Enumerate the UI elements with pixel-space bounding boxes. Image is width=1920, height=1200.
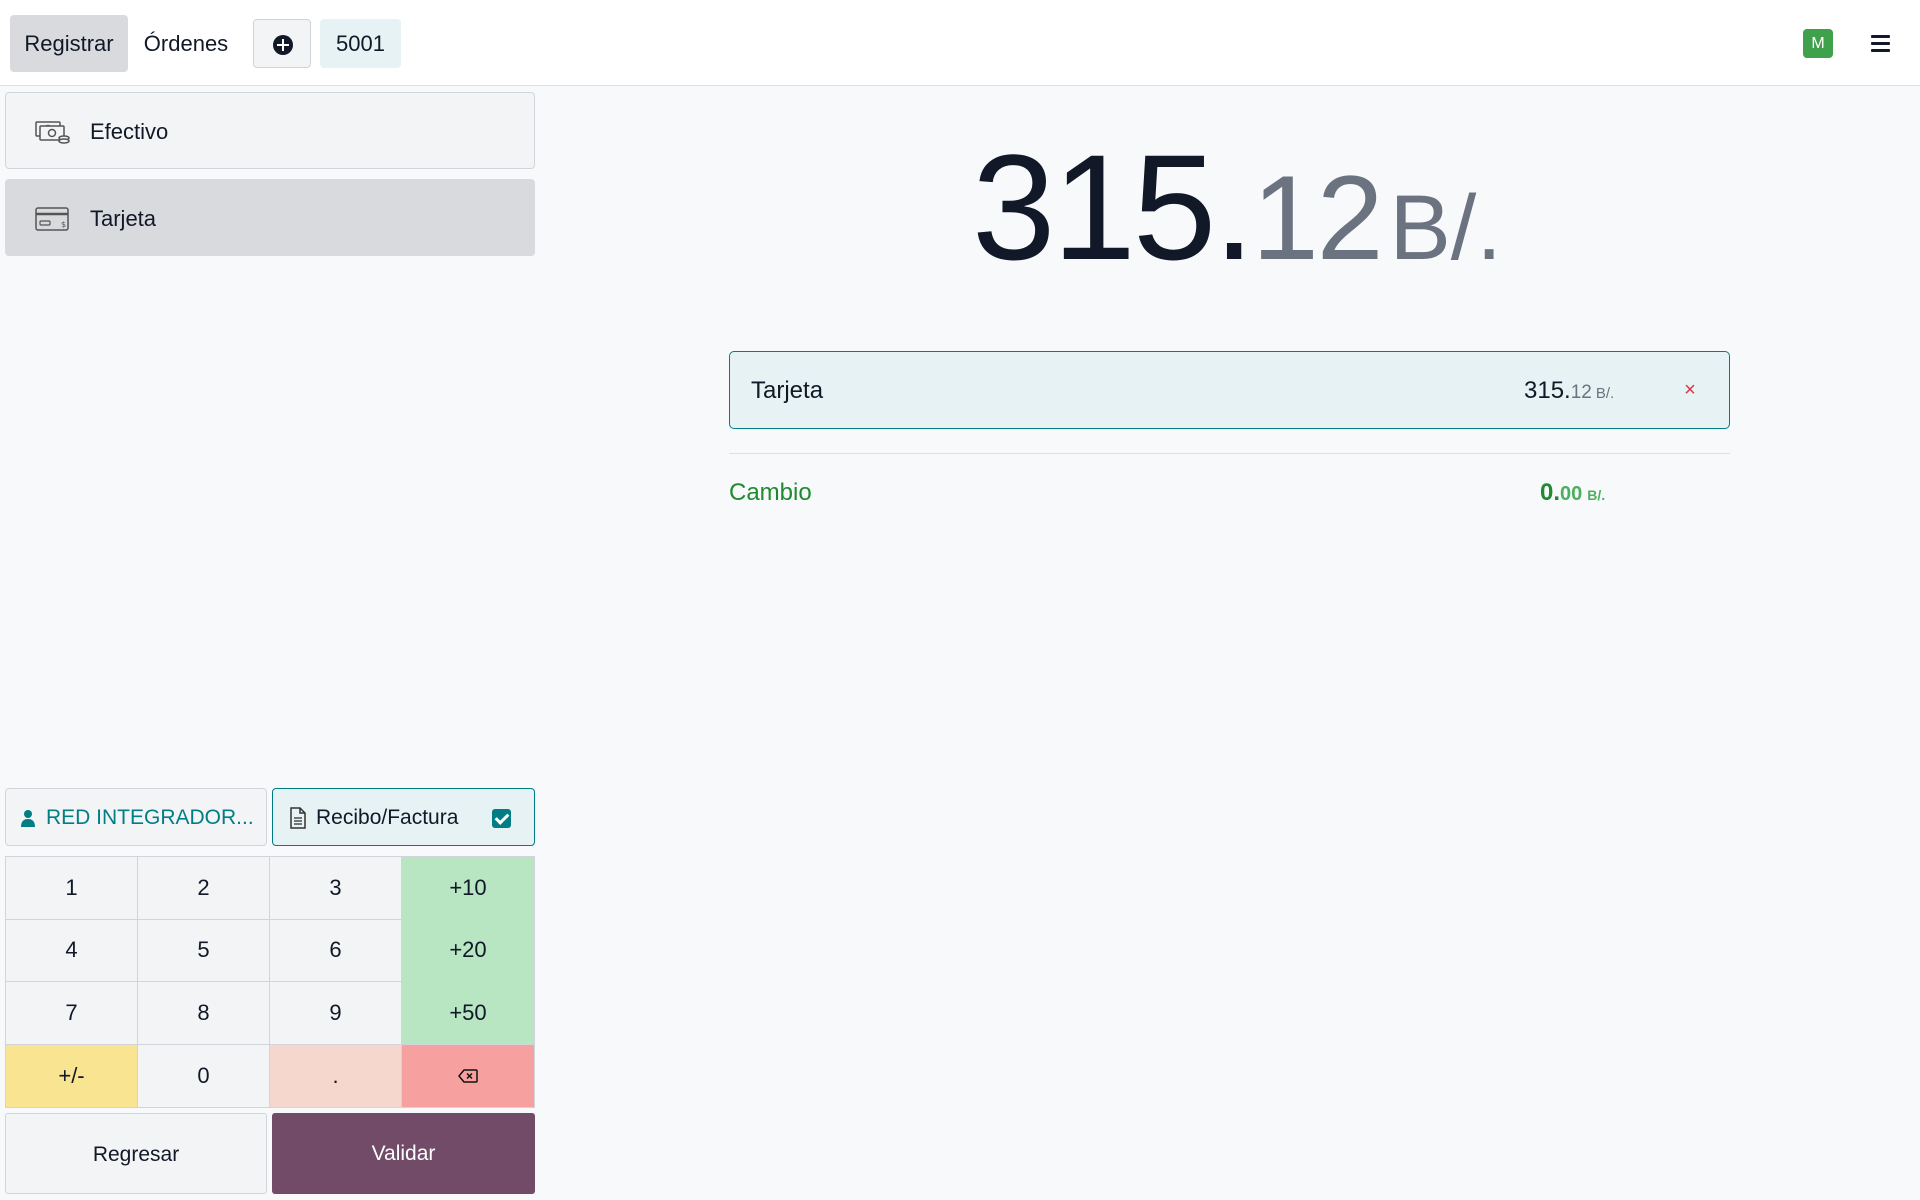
numpad-key-3[interactable]: 3 — [270, 857, 402, 920]
payment-line-amount: 315.12 B/. — [1524, 352, 1614, 433]
current-order-tab[interactable]: 5001 — [320, 19, 401, 68]
orders-tab[interactable]: Órdenes — [130, 15, 242, 72]
numpad: 1 2 3 +10 4 5 6 +20 7 8 9 +50 +/- 0 . — [5, 856, 535, 1108]
plus-circle-icon — [273, 35, 293, 55]
numpad-key-8[interactable]: 8 — [138, 982, 270, 1045]
total-currency: B/. — [1389, 177, 1502, 279]
numpad-key-5[interactable]: 5 — [138, 919, 270, 982]
total-due: 315.12B/. — [972, 122, 1502, 292]
payment-method-cash[interactable]: Efectivo — [5, 92, 535, 169]
numpad-key-7[interactable]: 7 — [6, 982, 138, 1045]
new-order-button[interactable] — [253, 19, 311, 68]
delete-payment-line-icon[interactable]: × — [1680, 380, 1700, 400]
backspace-icon — [458, 1069, 478, 1083]
customer-button[interactable]: RED INTEGRADOR... — [5, 788, 267, 846]
numpad-key-0[interactable]: 0 — [138, 1044, 270, 1107]
change-integer: 0. — [1540, 479, 1561, 506]
svg-text:$: $ — [61, 220, 66, 229]
user-icon — [21, 810, 35, 827]
payment-line-currency: B/. — [1595, 385, 1615, 402]
credit-card-icon: $ — [35, 207, 69, 231]
back-button[interactable]: Regresar — [5, 1113, 267, 1194]
validate-button[interactable]: Validar — [272, 1113, 535, 1194]
change-label: Cambio — [729, 479, 812, 506]
invoice-toggle-button[interactable]: Recibo/Factura — [272, 788, 535, 846]
payment-line-method: Tarjeta — [751, 377, 824, 404]
invoice-checkbox[interactable] — [492, 809, 511, 828]
payment-line[interactable]: Tarjeta 315.12 B/. × — [729, 351, 1730, 429]
menu-icon[interactable] — [1871, 35, 1890, 52]
payment-method-card[interactable]: $ Tarjeta — [5, 179, 535, 256]
change-amount: 0.00 B/. — [1540, 475, 1605, 514]
payment-line-amount-decimals: 12 — [1570, 382, 1592, 403]
divider — [729, 453, 1730, 454]
customer-name: RED INTEGRADOR... — [46, 806, 254, 829]
total-decimals: 12 — [1251, 151, 1383, 285]
total-integer: 315. — [972, 123, 1255, 291]
numpad-key-plus-50[interactable]: +50 — [402, 982, 534, 1045]
numpad-key-decimal[interactable]: . — [270, 1044, 402, 1107]
numpad-key-sign-toggle[interactable]: +/- — [6, 1044, 138, 1107]
payment-line-amount-integer: 315. — [1524, 377, 1571, 404]
numpad-key-6[interactable]: 6 — [270, 919, 402, 982]
cash-icon — [35, 121, 70, 144]
top-navbar: Registrar Órdenes 5001 M — [0, 0, 1920, 86]
invoice-label: Recibo/Factura — [316, 806, 459, 829]
numpad-key-4[interactable]: 4 — [6, 919, 138, 982]
numpad-key-9[interactable]: 9 — [270, 982, 402, 1045]
document-icon — [290, 807, 306, 829]
numpad-key-plus-10[interactable]: +10 — [402, 857, 534, 920]
numpad-key-backspace[interactable] — [402, 1044, 534, 1107]
register-tab[interactable]: Registrar — [10, 15, 128, 72]
numpad-key-1[interactable]: 1 — [6, 857, 138, 920]
numpad-key-2[interactable]: 2 — [138, 857, 270, 920]
user-avatar[interactable]: M — [1803, 29, 1833, 58]
payment-method-label: Efectivo — [90, 119, 169, 144]
change-decimals: 00 — [1560, 483, 1583, 505]
change-currency: B/. — [1587, 487, 1606, 503]
numpad-key-plus-20[interactable]: +20 — [402, 919, 534, 982]
payment-method-label: Tarjeta — [90, 206, 157, 231]
